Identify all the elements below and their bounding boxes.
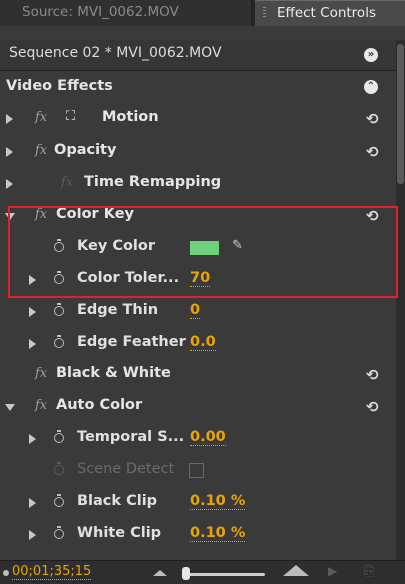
fx-toggle-icon[interactable]: fx (35, 398, 47, 413)
param-name-scene-detect: Scene Detect (77, 461, 175, 477)
stopwatch-icon[interactable] (54, 303, 64, 316)
param-row-white-clip: White Clip 0.10 % (0, 519, 395, 551)
footer-bar: 00;01;35;15 ▶ ⎘ (0, 560, 405, 584)
expand-triangle-icon[interactable] (29, 307, 36, 317)
param-name-edge-thin: Edge Thin (77, 302, 159, 318)
sequence-header: Sequence 02 * MVI_0062.MOV » (0, 40, 405, 71)
panel-tab-bar: Source: MVI_0062.MOV Effect Controls (0, 0, 405, 26)
param-name-temporal-smoothing: Temporal S... (77, 429, 185, 445)
video-effects-title: Video Effects (6, 78, 113, 94)
tab-source[interactable]: Source: MVI_0062.MOV (0, 0, 252, 26)
param-row-edge-feather: Edge Feather 0.0 (0, 328, 395, 360)
tab-effect-controls[interactable]: Effect Controls (255, 0, 405, 26)
effect-name-time-remapping: Time Remapping (84, 174, 222, 190)
tab-effect-controls-label: Effect Controls (277, 5, 376, 21)
expand-triangle-icon[interactable] (6, 147, 13, 157)
video-effects-header: Video Effects ⌃ (0, 72, 405, 102)
effect-name-motion: Motion (102, 109, 159, 125)
param-row-edge-thin: Edge Thin 0 (0, 296, 395, 328)
fx-toggle-icon[interactable]: fx (35, 110, 47, 125)
zoom-out-icon[interactable] (153, 570, 167, 576)
temporal-smoothing-value[interactable]: 0.00 (190, 429, 226, 446)
panel-menu-icon[interactable]: » (364, 48, 378, 62)
effect-row-time-remapping[interactable]: fx Time Remapping (0, 168, 395, 200)
reset-icon[interactable]: ⟲ (366, 366, 379, 384)
scrollbar-thumb[interactable] (397, 44, 404, 184)
expand-triangle-icon[interactable] (29, 530, 36, 540)
param-row-black-clip: Black Clip 0.10 % (0, 487, 395, 519)
expand-triangle-icon[interactable] (29, 498, 36, 508)
param-name-edge-feather: Edge Feather (77, 334, 186, 350)
param-row-scene-detect: Scene Detect (0, 455, 395, 487)
effect-row-black-white[interactable]: fx Black & White ⟲ (0, 359, 395, 391)
expand-triangle-icon[interactable] (6, 114, 13, 124)
stopwatch-icon[interactable] (54, 335, 64, 348)
stopwatch-icon[interactable] (54, 526, 64, 539)
motion-transform-icon[interactable]: ⛶ (66, 109, 75, 124)
timecode-display[interactable]: 00;01;35;15 (12, 564, 92, 580)
zoom-slider-handle[interactable] (182, 567, 190, 580)
effect-row-motion[interactable]: fx ⛶ Motion ⟲ (0, 103, 395, 135)
effect-name-black-white: Black & White (56, 365, 171, 381)
param-name-black-clip: Black Clip (77, 493, 158, 509)
highlight-box (8, 206, 398, 298)
collapse-icon[interactable]: ⌃ (364, 80, 378, 94)
effect-name-auto-color: Auto Color (56, 397, 143, 413)
stopwatch-icon (54, 462, 64, 475)
fx-toggle-icon: fx (61, 175, 74, 190)
reset-icon[interactable]: ⟲ (366, 398, 379, 416)
expand-triangle-icon[interactable] (29, 339, 36, 349)
param-row-temporal-smoothing: Temporal S... 0.00 (0, 423, 395, 455)
reset-icon[interactable]: ⟲ (366, 143, 379, 161)
play-audio-icon[interactable]: ▶ (328, 564, 337, 578)
effect-row-auto-color[interactable]: fx Auto Color ⟲ (0, 391, 395, 423)
stopwatch-icon[interactable] (54, 494, 64, 507)
white-clip-value[interactable]: 0.10 % (190, 525, 246, 542)
expand-triangle-icon[interactable] (6, 179, 13, 189)
zoom-slider-track[interactable] (183, 573, 265, 576)
edge-thin-value[interactable]: 0 (190, 302, 201, 319)
param-name-white-clip: White Clip (77, 525, 162, 541)
zoom-in-icon[interactable] (283, 565, 309, 576)
tab-source-label: Source: MVI_0062.MOV (22, 4, 179, 20)
vertical-scrollbar[interactable] (396, 40, 405, 560)
edge-feather-value[interactable]: 0.0 (190, 334, 216, 351)
expand-triangle-icon[interactable] (29, 434, 36, 444)
effect-name-opacity: Opacity (54, 142, 117, 158)
reset-icon[interactable]: ⟲ (366, 110, 379, 128)
fx-toggle-icon[interactable]: fx (35, 143, 47, 158)
playhead-icon (3, 570, 9, 576)
scene-detect-checkbox[interactable] (189, 463, 204, 478)
effect-row-opacity[interactable]: fx Opacity ⟲ (0, 136, 395, 168)
stopwatch-icon[interactable] (54, 430, 64, 443)
export-frame-icon[interactable]: ⎘ (364, 564, 374, 579)
tab-grip-icon[interactable] (263, 7, 266, 19)
collapse-triangle-icon[interactable] (5, 404, 15, 411)
sequence-title: Sequence 02 * MVI_0062.MOV (9, 45, 222, 61)
fx-toggle-icon[interactable]: fx (35, 366, 47, 381)
black-clip-value[interactable]: 0.10 % (190, 493, 246, 510)
